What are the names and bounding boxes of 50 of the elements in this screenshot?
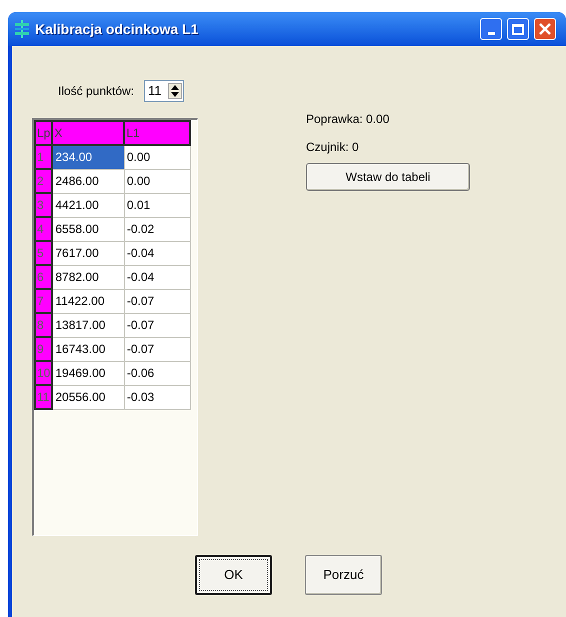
table-cell[interactable]: -0.02 — [124, 217, 190, 241]
minimize-button[interactable] — [480, 18, 502, 40]
row-header: 1 — [35, 145, 52, 169]
table-cell[interactable]: -0.04 — [124, 241, 190, 265]
row-header: 4 — [35, 217, 52, 241]
row-header: 11 — [35, 385, 52, 409]
table-cell[interactable]: -0.07 — [124, 289, 190, 313]
table-cell[interactable]: 0.01 — [124, 193, 190, 217]
points-label: Ilość punktów: — [58, 83, 134, 100]
spin-arrows-icon[interactable] — [168, 83, 182, 99]
app-icon — [14, 20, 30, 38]
info-text: Poprawka: 0.00 — [306, 111, 390, 128]
maximize-button[interactable] — [507, 18, 529, 40]
row-header: 9 — [35, 337, 52, 361]
table-cell[interactable]: 8782.00 — [52, 265, 124, 289]
table-cell[interactable]: -0.06 — [124, 361, 190, 385]
row-header: 7 — [35, 289, 52, 313]
row-header: 8 — [35, 313, 52, 337]
row-header: 3 — [35, 193, 52, 217]
column-header: X — [52, 121, 124, 145]
table-cell[interactable]: -0.03 — [124, 385, 190, 409]
table-cell[interactable]: 11422.00 — [52, 289, 124, 313]
column-header: Lp — [35, 121, 52, 145]
row-header: 5 — [35, 241, 52, 265]
row-header: 6 — [35, 265, 52, 289]
table-cell[interactable]: 6558.00 — [52, 217, 124, 241]
table-cell[interactable]: 4421.00 — [52, 193, 124, 217]
table-cell[interactable]: 7617.00 — [52, 241, 124, 265]
info-text: Czujnik: 0 — [306, 139, 360, 156]
table-cell[interactable]: 234.00 — [52, 145, 124, 169]
table-cell[interactable]: 0.00 — [124, 169, 190, 193]
points-spinner[interactable]: 11 — [144, 80, 184, 102]
close-icon — [539, 23, 551, 35]
table-cell[interactable]: -0.07 — [124, 337, 190, 361]
insert-button[interactable]: Wstaw do tabeli — [306, 163, 470, 191]
row-header: 10 — [35, 361, 52, 385]
table-cell[interactable]: 2486.00 — [52, 169, 124, 193]
cancel-button[interactable]: Porzuć — [305, 555, 382, 595]
table-cell[interactable]: -0.07 — [124, 313, 190, 337]
close-button[interactable] — [534, 18, 556, 40]
table-cell[interactable]: 19469.00 — [52, 361, 124, 385]
window-title: Kalibracja odcinkowa L1 — [35, 20, 200, 39]
column-header: L1 — [124, 121, 190, 145]
table-cell[interactable]: 20556.00 — [52, 385, 124, 409]
table-cell[interactable]: -0.04 — [124, 265, 190, 289]
table-cell[interactable]: 13817.00 — [52, 313, 124, 337]
table-cell[interactable]: 0.00 — [124, 145, 190, 169]
row-header: 2 — [35, 169, 52, 193]
table-cell[interactable]: 16743.00 — [52, 337, 124, 361]
ok-button[interactable]: OK — [195, 555, 272, 595]
